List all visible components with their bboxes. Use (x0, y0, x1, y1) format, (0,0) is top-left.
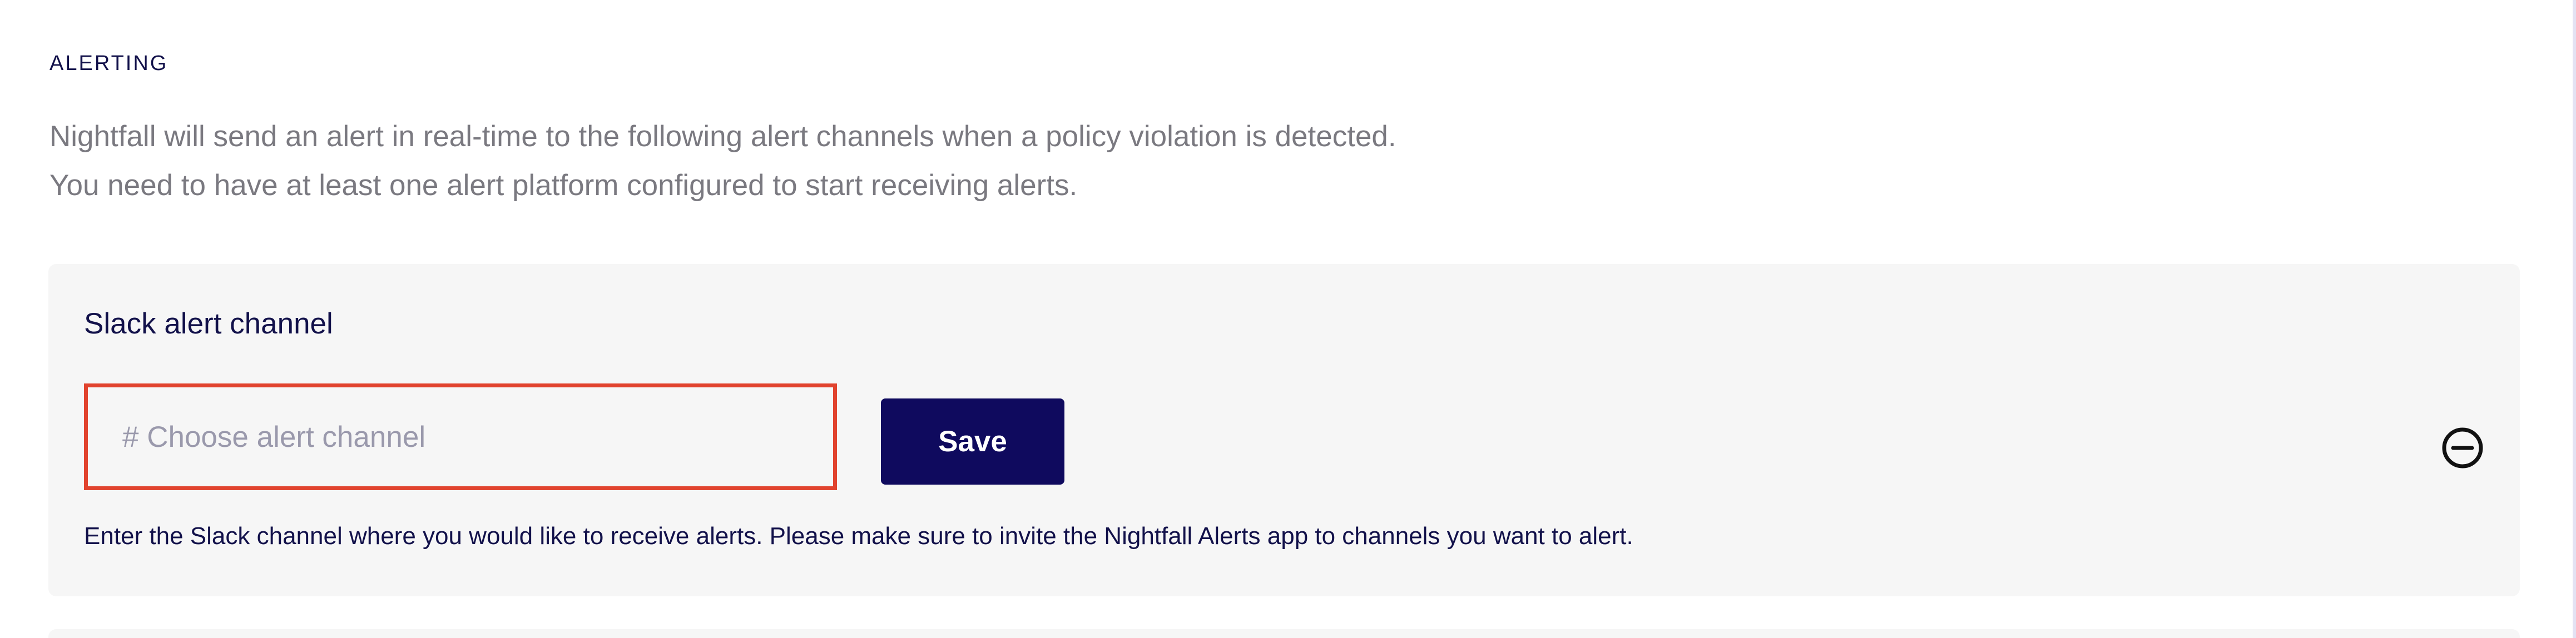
section-title: ALERTING (49, 52, 169, 75)
helper-text: Enter the Slack channel where you would … (84, 522, 1633, 550)
page-scroll-edge (2573, 0, 2576, 638)
description-line-2: You need to have at least one alert plat… (49, 169, 1078, 202)
description-line-1: Nightfall will send an alert in real-tim… (49, 120, 1396, 153)
card-title: Slack alert channel (84, 307, 333, 340)
next-alert-card (48, 629, 2520, 638)
remove-channel-button[interactable] (2440, 425, 2485, 471)
alert-channel-input[interactable] (84, 383, 837, 490)
alerting-settings-page: ALERTING Nightfall will send an alert in… (0, 0, 2576, 638)
slack-alert-card: Slack alert channel Save Enter the Slack… (48, 264, 2520, 596)
minus-circle-icon (2442, 427, 2483, 468)
save-button[interactable]: Save (881, 398, 1064, 485)
